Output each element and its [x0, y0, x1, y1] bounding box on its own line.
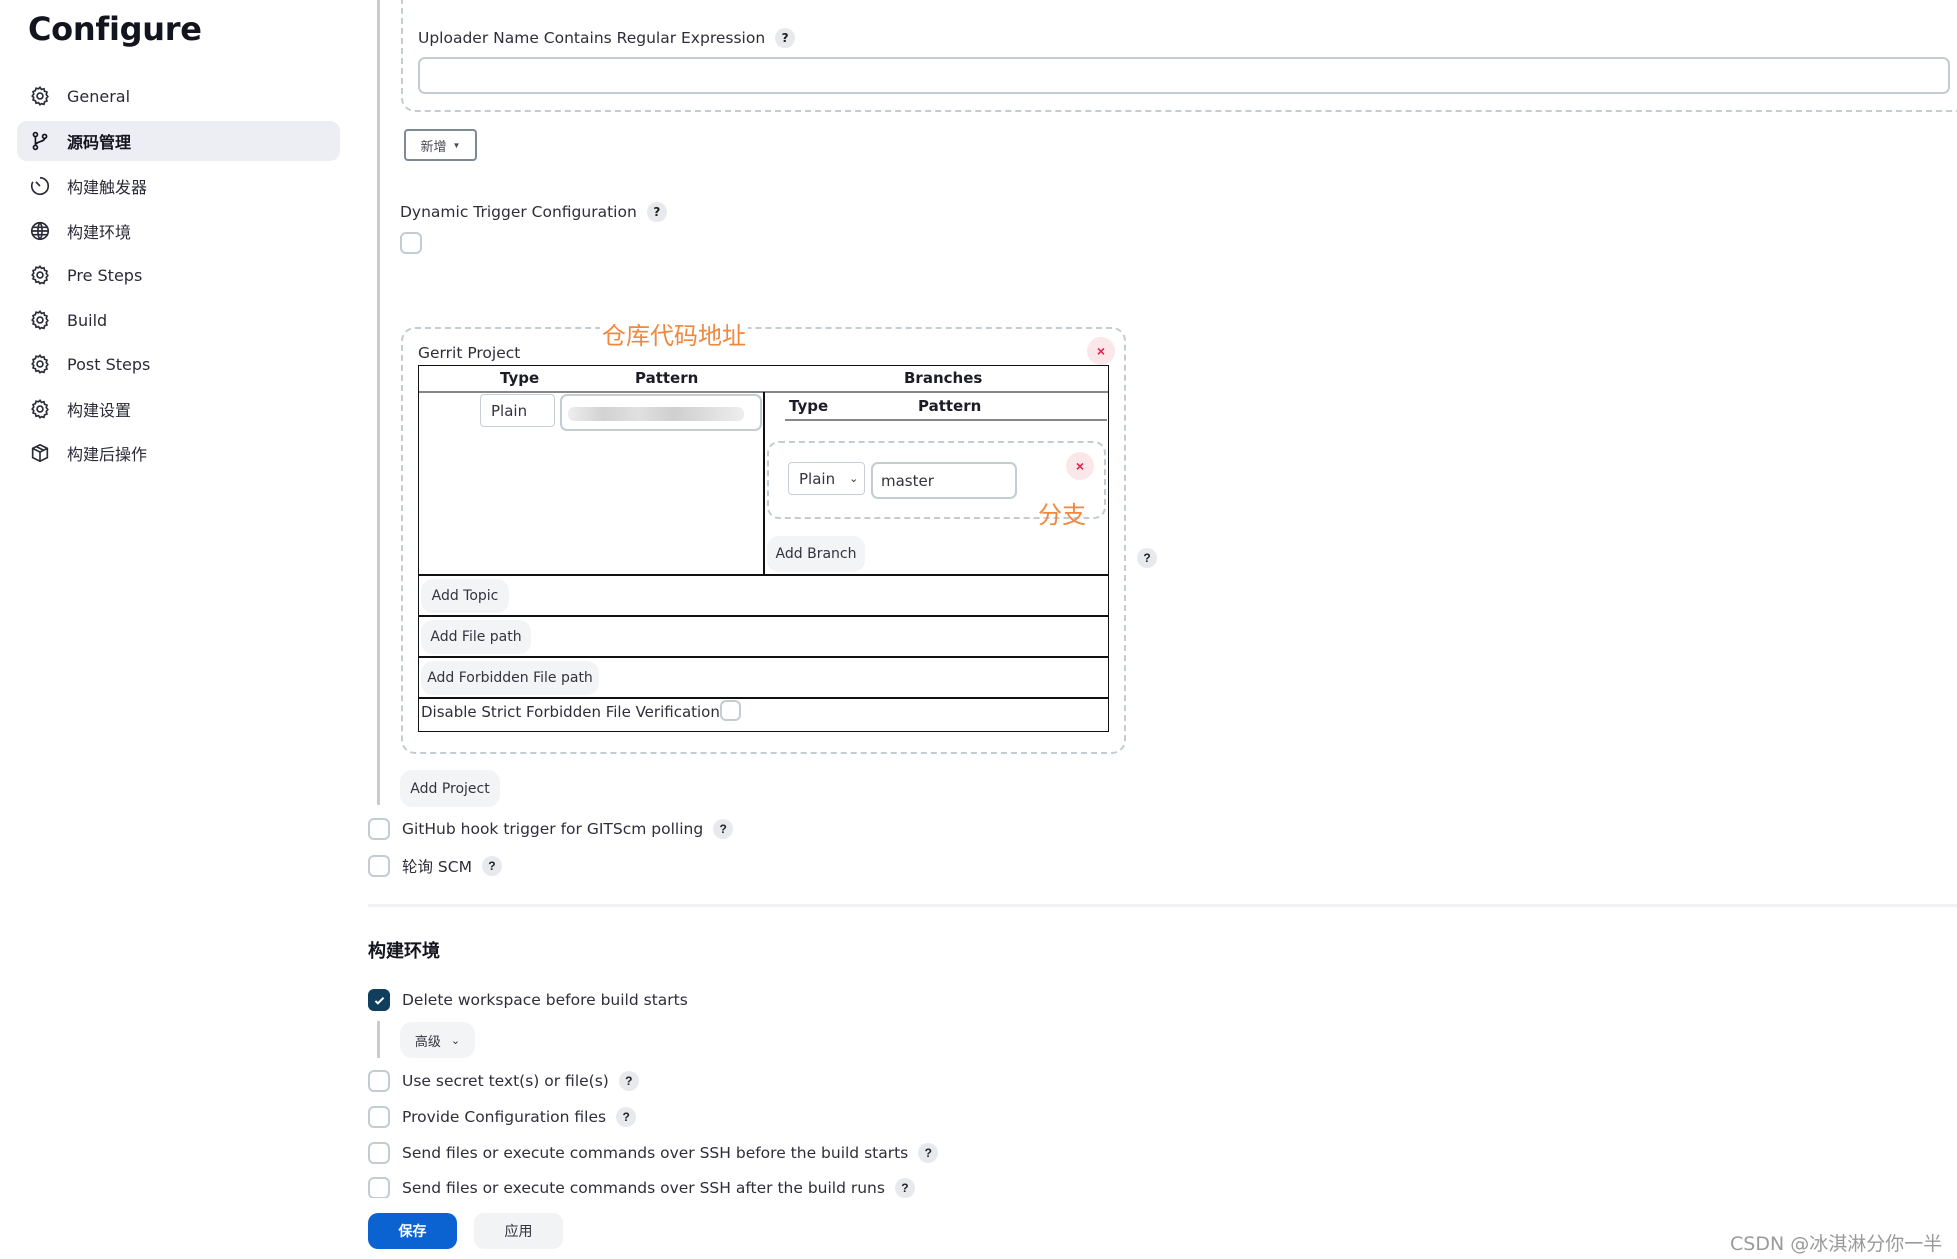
add-topic-button[interactable]: Add Topic [421, 579, 509, 613]
help-icon[interactable]: ? [775, 28, 796, 48]
add-file-path-button[interactable]: Add File path [421, 620, 531, 654]
sidebar-divider [377, 0, 380, 805]
config-files-checkbox[interactable] [368, 1106, 390, 1128]
poll-scm-option: 轮询 SCM ? [368, 855, 502, 877]
ssh-before-build-checkbox[interactable] [368, 1142, 390, 1164]
section-divider [368, 904, 1957, 907]
dynamic-trigger-label: Dynamic Trigger Configuration ? [400, 202, 667, 222]
branch-type-select[interactable]: Plain ⌄ [788, 462, 865, 495]
secret-text-checkbox[interactable] [368, 1070, 390, 1092]
branch-header-pattern: Pattern [918, 397, 982, 415]
nested-indent-line [377, 1021, 380, 1058]
annotation-repo-address: 仓库代码地址 [600, 316, 748, 351]
chevron-down-icon: ⌄ [450, 1033, 461, 1047]
disable-strict-label: Disable Strict Forbidden File Verificati… [421, 703, 720, 721]
branch-icon [29, 130, 51, 152]
branch-header-type: Type [789, 397, 829, 415]
sidebar-item-post-build-actions[interactable]: 构建后操作 [17, 433, 340, 473]
disable-strict-checkbox[interactable] [719, 700, 741, 721]
add-branch-button[interactable]: Add Branch [767, 536, 865, 572]
trigger-condition-box [401, 0, 1957, 112]
sidebar-item-label: 构建设置 [67, 401, 132, 420]
caret-down-icon: ▼ [452, 140, 461, 150]
package-icon [29, 442, 51, 464]
sidebar-item-label: Post Steps [67, 354, 151, 374]
github-hook-checkbox[interactable] [368, 818, 390, 840]
sidebar-item-label: Pre Steps [67, 265, 143, 285]
redacted-pattern [568, 407, 744, 421]
apply-button[interactable]: 应用 [474, 1213, 563, 1249]
sidebar-item-build-triggers[interactable]: 构建触发器 [17, 166, 340, 206]
add-new-dropdown-button[interactable]: 新增 ▼ [404, 129, 477, 161]
gerrit-project-label: Gerrit Project [418, 344, 521, 362]
add-project-button[interactable]: Add Project [400, 770, 500, 807]
sidebar-item-source-management[interactable]: 源码管理 [17, 121, 340, 161]
delete-workspace-checkbox[interactable] [368, 989, 390, 1011]
watermark: CSDN @冰淇淋分你一半 [1730, 1233, 1943, 1255]
sidebar-item-general[interactable]: General [17, 76, 340, 116]
sidebar-item-label: General [67, 86, 131, 106]
sidebar-item-build-settings[interactable]: 构建设置 [17, 389, 340, 429]
chevron-down-icon: ⌄ [849, 472, 859, 485]
globe-icon [29, 220, 51, 242]
timer-icon [29, 175, 51, 197]
sidebar-item-label: 构建触发器 [67, 178, 148, 197]
uploader-name-label: Uploader Name Contains Regular Expressio… [418, 28, 796, 48]
project-pattern-input[interactable] [560, 394, 762, 431]
gear-icon [29, 85, 51, 107]
github-hook-trigger-option: GitHub hook trigger for GITScm polling ? [368, 818, 734, 840]
sidebar-item-build-environment[interactable]: 构建环境 [17, 211, 340, 251]
advanced-button[interactable]: 高级 ⌄ [400, 1022, 475, 1058]
help-icon[interactable]: ? [1137, 548, 1157, 568]
help-icon[interactable]: ? [918, 1143, 939, 1163]
gear-icon [29, 353, 51, 375]
help-icon[interactable]: ? [618, 1071, 639, 1091]
gear-icon [29, 398, 51, 420]
disable-strict-row: Disable Strict Forbidden File Verificati… [421, 700, 741, 721]
uploader-name-input[interactable] [418, 57, 1950, 94]
column-header-type: Type [500, 369, 540, 387]
annotation-branch: 分支 [1038, 501, 1086, 529]
delete-workspace-option: Delete workspace before build starts [368, 989, 688, 1011]
sidebar-item-build[interactable]: Build [17, 300, 340, 340]
add-forbidden-file-path-button[interactable]: Add Forbidden File path [421, 661, 599, 695]
ssh-after-build-option: Send files or execute commands over SSH … [368, 1177, 915, 1199]
sidebar-item-label: 构建环境 [67, 223, 132, 242]
page-title: Configure [28, 10, 202, 48]
close-icon: × [1096, 343, 1106, 359]
sidebar-item-label: 构建后操作 [67, 445, 148, 464]
sidebar-item-pre-steps[interactable]: Pre Steps [17, 255, 340, 295]
help-icon[interactable]: ? [646, 202, 667, 222]
save-button[interactable]: 保存 [368, 1213, 457, 1249]
ssh-after-build-checkbox[interactable] [368, 1177, 390, 1199]
project-type-select[interactable]: Plain [480, 394, 555, 427]
config-files-option: Provide Configuration files ? [368, 1106, 637, 1128]
help-icon[interactable]: ? [713, 819, 734, 839]
dynamic-trigger-checkbox[interactable] [400, 232, 422, 254]
secret-text-option: Use secret text(s) or file(s) ? [368, 1070, 639, 1092]
help-icon[interactable]: ? [894, 1178, 915, 1198]
poll-scm-checkbox[interactable] [368, 855, 390, 877]
remove-branch-button[interactable]: × [1066, 452, 1094, 480]
remove-project-button[interactable]: × [1087, 337, 1115, 365]
sidebar-item-label: Build [67, 310, 108, 330]
sidebar-item-label: 源码管理 [67, 133, 132, 152]
branch-pattern-input[interactable] [871, 462, 1017, 499]
ssh-before-build-option: Send files or execute commands over SSH … [368, 1142, 939, 1164]
bottom-action-bar [0, 1198, 1957, 1259]
help-icon[interactable]: ? [481, 856, 502, 876]
column-header-branches: Branches [904, 369, 983, 387]
build-environment-heading: 构建环境 [368, 941, 440, 962]
gear-icon [29, 264, 51, 286]
gear-icon [29, 309, 51, 331]
checkmark-icon [374, 996, 384, 1005]
help-icon[interactable]: ? [616, 1107, 637, 1127]
sidebar-item-post-steps[interactable]: Post Steps [17, 344, 340, 384]
column-header-pattern: Pattern [635, 369, 699, 387]
close-icon: × [1075, 458, 1085, 474]
